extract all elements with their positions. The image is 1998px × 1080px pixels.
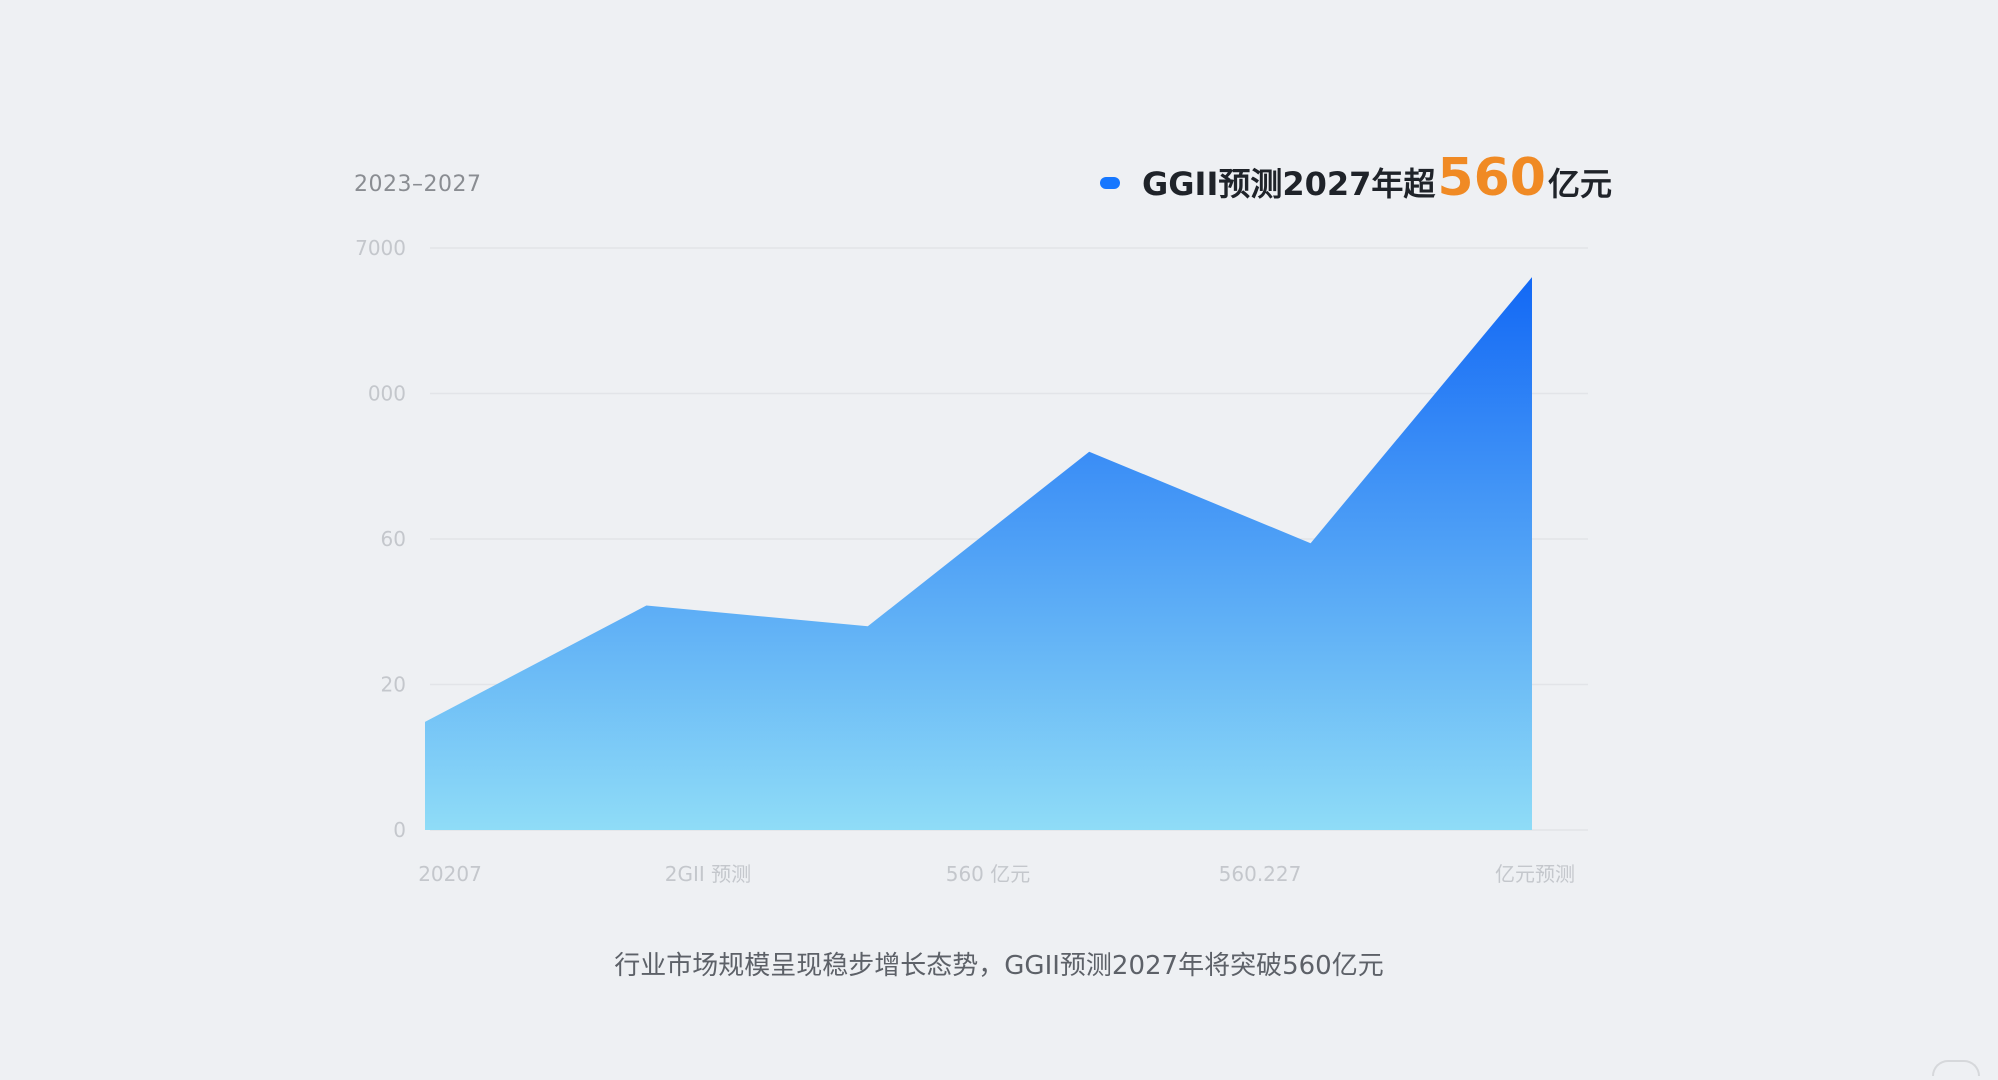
x-tick-label: 560.227 bbox=[1219, 862, 1302, 886]
y-tick-label: 20 bbox=[381, 673, 406, 697]
chart-page: 0 20 60 000 7000 20207 2GII 预测 560 亿元 560.227 亿元… bbox=[0, 0, 1998, 1080]
y-tick-label: 60 bbox=[381, 527, 406, 551]
watermark-icon bbox=[1932, 1060, 1980, 1076]
x-axis-ticks: 20207 2GII 预测 560 亿元 560.227 亿元预测 bbox=[418, 862, 1575, 886]
y-tick-label: 7000 bbox=[355, 236, 406, 260]
date-range-label: 2023–2027 bbox=[354, 172, 482, 197]
x-tick-label: 20207 bbox=[418, 862, 482, 886]
legend-prefix: GGII预测2027年超 bbox=[1142, 165, 1436, 203]
y-tick-label: 0 bbox=[393, 818, 406, 842]
chart-caption: 行业市场规模呈现稳步增长态势，GGII预测2027年将突破560亿元 bbox=[614, 951, 1384, 981]
legend-marker bbox=[1100, 177, 1120, 189]
y-axis-ticks: 0 20 60 000 7000 bbox=[355, 236, 406, 842]
x-tick-label: 亿元预测 bbox=[1495, 862, 1575, 886]
area-series bbox=[425, 277, 1532, 831]
area-chart: 0 20 60 000 7000 20207 2GII 预测 560 亿元 560.227 亿元… bbox=[355, 236, 1588, 886]
x-tick-label: 560 亿元 bbox=[946, 862, 1031, 886]
x-tick-label: 2GII 预测 bbox=[665, 862, 751, 886]
legend-suffix: 亿元 bbox=[1547, 165, 1612, 203]
y-tick-label: 000 bbox=[368, 382, 406, 406]
legend-highlight-value: 560 bbox=[1437, 148, 1546, 208]
legend: GGII预测2027年超 560 亿元 bbox=[1100, 148, 1612, 208]
